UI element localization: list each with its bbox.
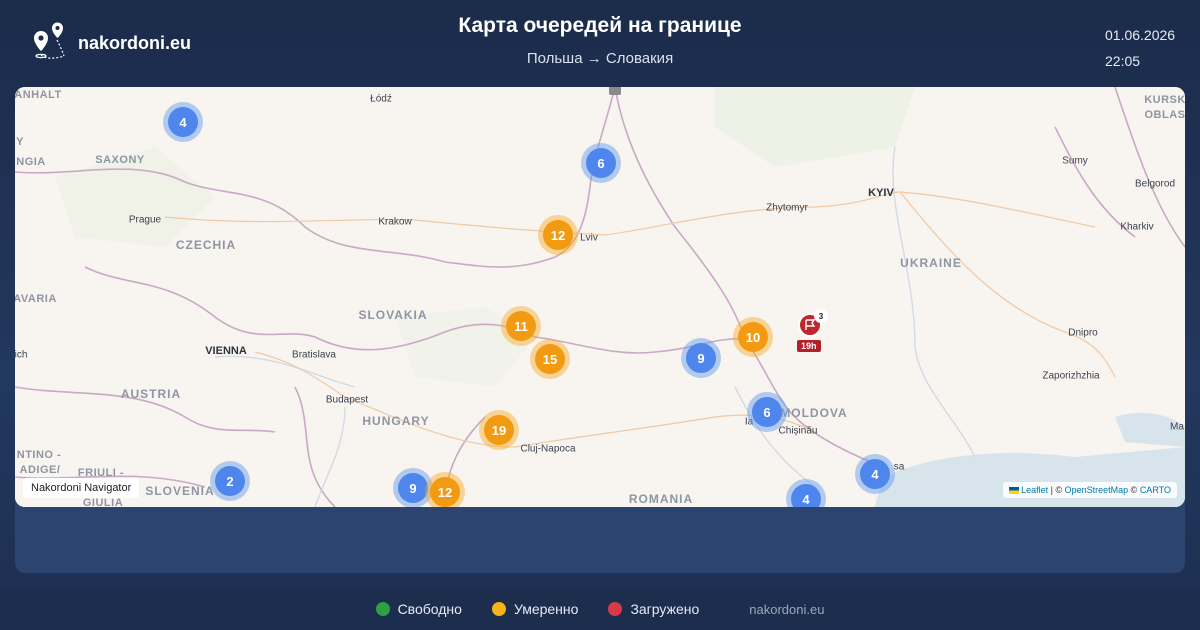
- map-label-ma: Ma: [1170, 421, 1184, 433]
- map-label-ich: ich: [15, 349, 28, 361]
- cluster-count: 15: [535, 344, 565, 374]
- cluster-marker[interactable]: 6: [581, 143, 621, 183]
- date-text: 01.06.2026: [1105, 27, 1176, 43]
- map-label-moldova: MOLDOVA: [780, 406, 848, 420]
- map-label-slovenia: SLOVENIA: [145, 484, 215, 498]
- status-dot-icon: [375, 602, 390, 616]
- cluster-marker[interactable]: 11: [501, 306, 541, 346]
- map-label-czechia: CZECHIA: [175, 238, 237, 252]
- map-label-kyiv: KYIV: [868, 187, 894, 199]
- map-label-krakow: Krakow: [378, 216, 412, 228]
- map-label-vienna: VIENNA: [205, 345, 247, 357]
- cluster-marker[interactable]: 6: [747, 392, 787, 432]
- map-attribution: Leaflet | © OpenStreetMap © CARTO: [1002, 482, 1177, 498]
- cluster-marker[interactable]: 2: [210, 461, 250, 501]
- osm-link[interactable]: OpenStreetMap: [1065, 485, 1129, 495]
- cluster-marker[interactable]: 15: [530, 339, 570, 379]
- map-label-avaria: AVARIA: [15, 293, 57, 305]
- legend-label: Умеренно: [513, 601, 579, 617]
- map-label-y: Y: [16, 136, 24, 148]
- map-label-giulia: GIULIA: [82, 497, 124, 507]
- map[interactable]: ANHALT Łódź KURSK OBLAS Y SAXONY NGIA Su…: [15, 87, 1185, 507]
- map-label-slovakia: SLOVAKIA: [358, 308, 428, 322]
- map-label-ntino: NTINO -: [16, 449, 62, 461]
- cluster-count: 4: [791, 484, 821, 507]
- attribution-sep-2: ©: [1128, 485, 1140, 495]
- map-label-chisinau: Chișinău: [778, 425, 818, 437]
- map-label-zhytomyr: Zhytomyr: [766, 202, 808, 214]
- status-dot-icon: [608, 602, 623, 616]
- header: nakordoni.eu Карта очередей на границе П…: [0, 0, 1200, 87]
- alert-count: 3: [814, 309, 828, 323]
- navigator-label: Nakordoni Navigator: [23, 478, 140, 498]
- map-label-lodz: Łódź: [370, 93, 392, 105]
- map-label-ngia: NGIA: [16, 156, 46, 168]
- map-label-cluj: Cluj-Napoca: [520, 443, 576, 455]
- brand-name: nakordoni.eu: [78, 32, 192, 53]
- cluster-count: 9: [398, 473, 428, 503]
- cluster-marker[interactable]: 9: [681, 338, 721, 378]
- alert-wait-badge: 19h: [797, 340, 821, 352]
- map-label-sa: sa: [893, 461, 905, 473]
- legend: Свободно Умеренно Загружено nakordoni.eu: [0, 588, 1200, 630]
- map-label-austria: AUSTRIA: [120, 387, 182, 401]
- legend-item-busy: Загружено: [608, 601, 699, 617]
- cluster-count: 19: [484, 415, 514, 445]
- map-top-handle: [609, 87, 621, 95]
- cluster-marker[interactable]: 12: [425, 472, 465, 507]
- map-label-prague: Prague: [128, 214, 162, 226]
- ukraine-flag-icon: [1008, 487, 1019, 495]
- map-label-kursk: KURSK: [1144, 94, 1185, 106]
- time-text: 22:05: [1105, 53, 1141, 69]
- cluster-marker[interactable]: 4: [855, 454, 895, 494]
- map-label-belgorod: Belgorod: [1134, 178, 1176, 190]
- cluster-count: 10: [738, 322, 768, 352]
- flag-icon: [805, 319, 816, 330]
- attribution-sep-1: | ©: [1048, 485, 1065, 495]
- cluster-count: 11: [506, 311, 536, 341]
- alert-marker[interactable]: 3 19h: [797, 309, 828, 353]
- cluster-marker[interactable]: 19: [479, 410, 519, 450]
- cluster-count: 4: [860, 459, 890, 489]
- cluster-marker[interactable]: 12: [538, 215, 578, 255]
- leaflet-link[interactable]: Leaflet: [1021, 485, 1048, 495]
- legend-label: Свободно: [397, 601, 462, 617]
- cluster-count: 6: [752, 397, 782, 427]
- map-pin-route-icon: [34, 22, 65, 59]
- map-label-lviv: Lviv: [580, 232, 598, 244]
- cluster-count: 4: [168, 107, 198, 137]
- map-label-budapest: Budapest: [325, 394, 369, 406]
- legend-item-free: Свободно: [375, 601, 462, 617]
- map-label-zaporizhzhia: Zaporizhzhia: [1042, 370, 1100, 382]
- map-label-romania: ROMANIA: [628, 492, 694, 506]
- map-label-bratislava: Bratislava: [292, 349, 336, 361]
- cluster-marker[interactable]: 4: [163, 102, 203, 142]
- map-label-saxony: SAXONY: [95, 154, 145, 166]
- carto-link[interactable]: CARTO: [1140, 485, 1171, 495]
- footer-site: nakordoni.eu: [749, 601, 825, 617]
- map-label-adige: ADIGE/: [19, 464, 61, 476]
- map-label-hungary: HUNGARY: [362, 414, 430, 428]
- map-label-ukraine: UKRAINE: [900, 256, 962, 270]
- map-label-kharkiv: Kharkiv: [1120, 221, 1154, 233]
- datetime: 01.06.2026 22:05: [1105, 22, 1175, 74]
- brand-logo[interactable]: nakordoni.eu: [24, 22, 191, 64]
- map-label-oblas: OBLAS: [1144, 109, 1186, 121]
- legend-item-moderate: Умеренно: [491, 601, 579, 617]
- cluster-count: 12: [430, 477, 460, 507]
- cluster-count: 2: [215, 466, 245, 496]
- cluster-count: 9: [686, 343, 716, 373]
- map-label-anhalt: ANHALT: [15, 89, 62, 101]
- cluster-count: 6: [586, 148, 616, 178]
- status-dot-icon: [491, 602, 506, 616]
- cluster-count: 12: [543, 220, 573, 250]
- legend-label: Загружено: [630, 601, 700, 617]
- map-label-sumy: Sumy: [1062, 155, 1088, 167]
- map-label-dnipro: Dnipro: [1068, 327, 1098, 339]
- map-panel: ANHALT Łódź KURSK OBLAS Y SAXONY NGIA Su…: [15, 87, 1185, 573]
- cluster-marker[interactable]: 10: [733, 317, 773, 357]
